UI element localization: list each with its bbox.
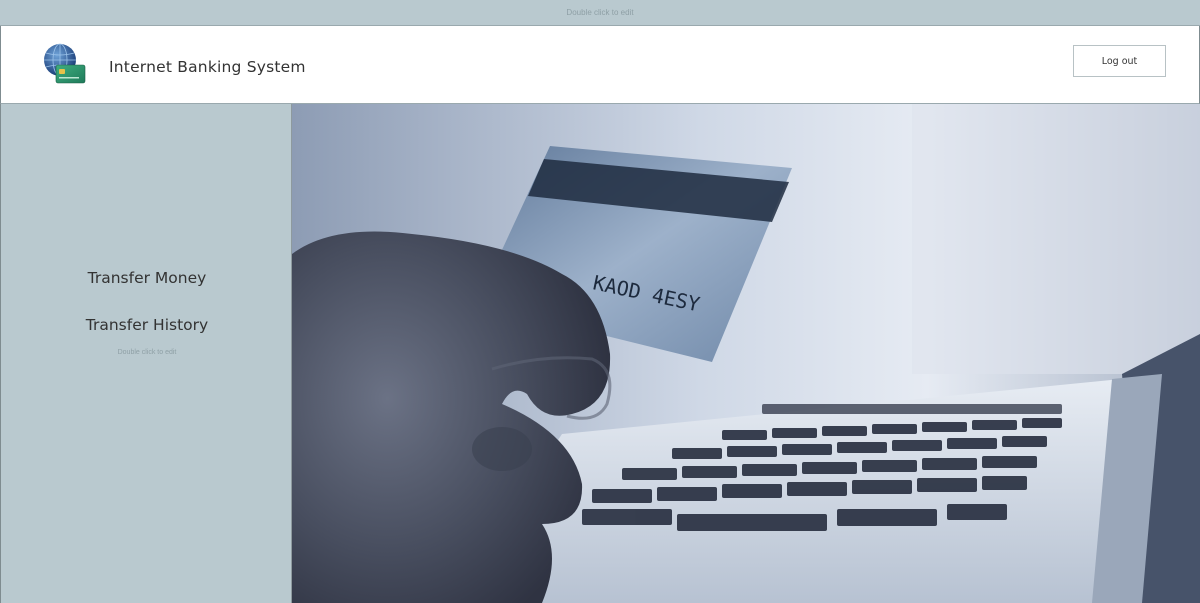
logout-button[interactable]: Log out [1073,45,1166,77]
edit-hint: Double click to edit [566,8,634,17]
bank-logo-icon [41,43,87,85]
hero-image: KAOD 4ESY [292,104,1200,603]
sidebar-item-transfer-history[interactable]: Transfer History [1,316,293,334]
sidebar-item-transfer-money[interactable]: Transfer Money [1,269,293,287]
app-header: Internet Banking System Log out [0,26,1200,104]
sidebar-edit-hint: Double click to edit [117,349,177,356]
top-edit-strip: Double click to edit [0,0,1200,26]
sidebar: Transfer Money Transfer History Double c… [0,104,292,603]
app-title: Internet Banking System [109,58,306,76]
